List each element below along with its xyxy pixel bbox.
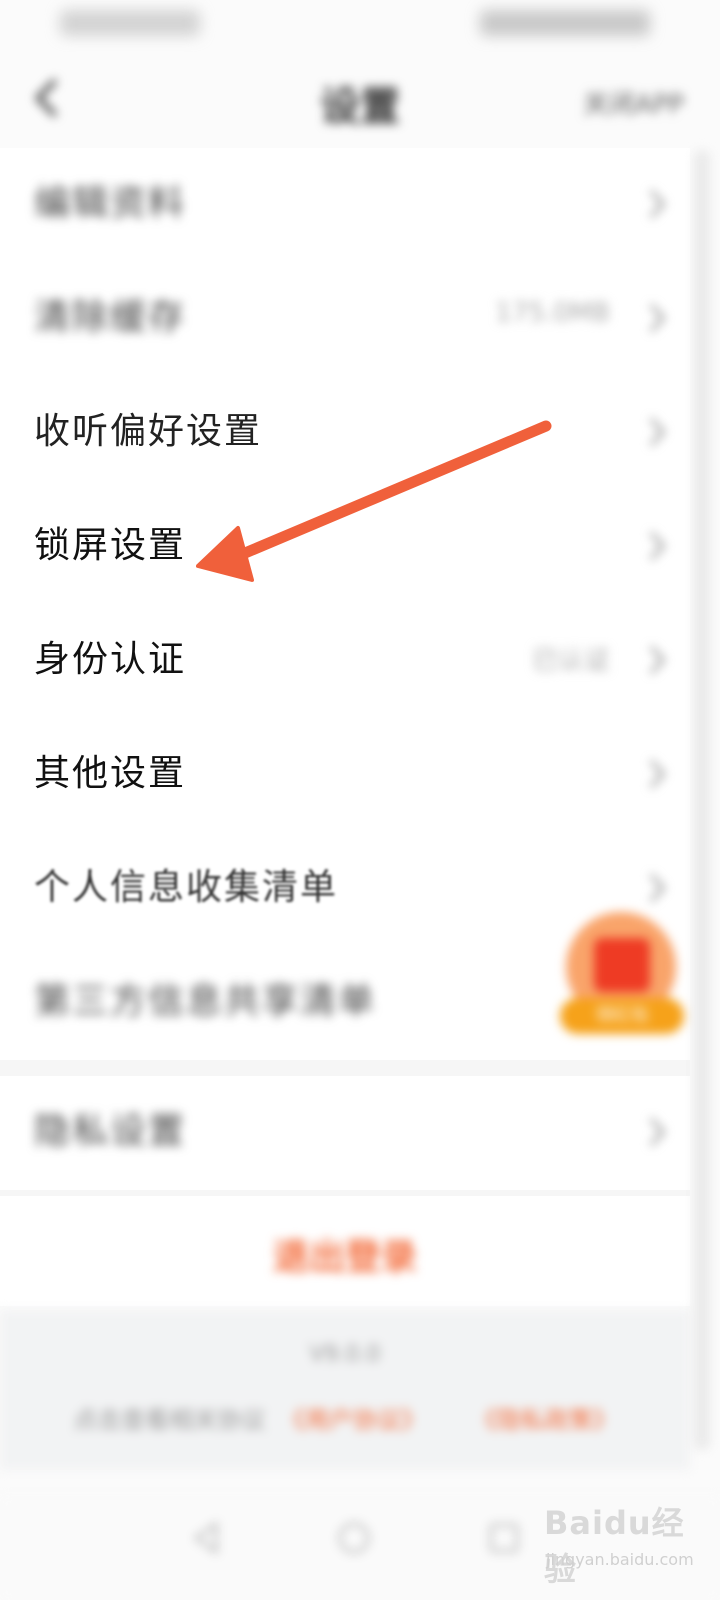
logout-label: 退出登录: [272, 1237, 417, 1278]
row-label: 第三方信息共享清单: [34, 981, 377, 1022]
section-gap: [0, 1060, 690, 1076]
row-label: 锁屏设置: [34, 525, 187, 566]
nav-recent-icon[interactable]: [484, 1518, 524, 1558]
row-lock-screen-settings[interactable]: 锁屏设置: [0, 490, 690, 605]
signal-icons: [60, 10, 200, 36]
row-identity-verification[interactable]: 身份认证 已认证: [0, 604, 690, 719]
nav-back-icon[interactable]: [186, 1518, 226, 1558]
footer: V9.0.0 点击查看相关协议 《用户协议》 《隐私政策》: [0, 1310, 690, 1470]
watermark-logo: Baidu经验: [544, 1504, 685, 1588]
settings-screen: 设置 关闭APP 编辑资料 清除缓存 175.0MB 收听偏好设置 锁屏设置 身…: [0, 0, 720, 1600]
chevron-right-icon: [649, 531, 666, 561]
row-label: 隐私设置: [34, 1111, 187, 1152]
promo-label: 领红包: [560, 998, 684, 1034]
row-clear-cache[interactable]: 清除缓存 175.0MB: [0, 262, 690, 377]
row-label: 收听偏好设置: [34, 411, 263, 452]
chevron-right-icon: [649, 873, 666, 903]
row-label: 清除缓存: [34, 297, 187, 338]
row-edit-profile[interactable]: 编辑资料: [0, 148, 690, 263]
row-listening-preferences[interactable]: 收听偏好设置: [0, 376, 690, 491]
row-label: 身份认证: [34, 639, 187, 680]
row-label: 其他设置: [34, 753, 187, 794]
battery-time: [480, 10, 650, 36]
chevron-right-icon: [649, 645, 666, 675]
logout-button[interactable]: 退出登录: [0, 1196, 690, 1306]
cache-size: 175.0MB: [495, 298, 610, 328]
row-label: 编辑资料: [34, 183, 187, 224]
nav-bar: 设置 关闭APP: [0, 52, 720, 148]
red-packet-icon: [594, 938, 650, 992]
app-version: V9.0.0: [309, 1342, 381, 1367]
close-app-button[interactable]: 关闭APP: [583, 84, 684, 121]
chevron-right-icon: [649, 1117, 666, 1147]
chevron-right-icon: [649, 759, 666, 789]
row-label: 个人信息收集清单: [34, 867, 339, 908]
floating-red-packet-widget[interactable]: 领红包: [560, 912, 688, 1034]
scrollbar[interactable]: [694, 150, 710, 1450]
footer-text: 点击查看相关协议: [73, 1406, 266, 1434]
privacy-policy-link[interactable]: 《隐私政策》: [473, 1406, 617, 1434]
chevron-right-icon: [649, 303, 666, 333]
status-bar: [0, 0, 720, 52]
verification-status: 已认证: [531, 646, 610, 676]
user-agreement-link[interactable]: 《用户协议》: [281, 1406, 425, 1434]
baidu-jingyan-watermark: Baidu经验 jingyan.baidu.com: [540, 1488, 700, 1588]
nav-home-icon[interactable]: [334, 1518, 374, 1558]
chevron-right-icon: [649, 189, 666, 219]
footer-agreements: 点击查看相关协议 《用户协议》 《隐私政策》: [0, 1400, 690, 1435]
watermark-url: jingyan.baidu.com: [546, 1550, 694, 1569]
chevron-right-icon: [649, 417, 666, 447]
row-privacy-settings[interactable]: 隐私设置: [0, 1076, 690, 1191]
row-other-settings[interactable]: 其他设置: [0, 718, 690, 833]
